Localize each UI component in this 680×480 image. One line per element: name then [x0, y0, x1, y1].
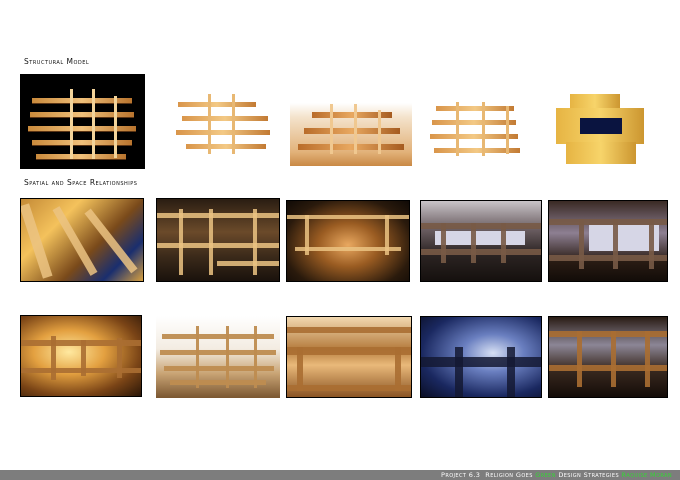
- spatial-photo-4: [420, 200, 542, 282]
- footer-title-part2: Design Strategies: [558, 471, 620, 479]
- structural-model-photo-1: [20, 74, 145, 169]
- spatial-photo-2: [156, 198, 280, 282]
- spatial-photo-1: [20, 198, 144, 282]
- spatial-photo-5: [548, 200, 668, 282]
- footer-title-green: Green: [535, 471, 556, 479]
- spatial-photo-7: [156, 316, 280, 398]
- structural-model-photo-5: [548, 88, 652, 170]
- footer-project: Project 6.3: [441, 471, 481, 479]
- footer-title-part1: Religion Goes: [485, 471, 533, 479]
- spatial-photo-9: [420, 316, 542, 398]
- spatial-photo-8: [286, 316, 412, 398]
- footer-bar: Project 6.3 Religion Goes Green Design S…: [0, 470, 680, 480]
- footer-author: Raquise Moran: [621, 471, 672, 479]
- structural-model-photo-4: [426, 96, 528, 166]
- spatial-photo-3: [286, 200, 410, 282]
- structural-model-heading: Structural Model: [24, 57, 90, 66]
- structural-model-photo-2: [172, 84, 278, 162]
- spatial-photo-6: [20, 315, 142, 397]
- structural-model-photo-3: [290, 96, 412, 166]
- spatial-photo-10: [548, 316, 668, 398]
- footer-caption: Project 6.3 Religion Goes Green Design S…: [441, 470, 672, 480]
- spatial-relationships-heading: Spatial and Space Relationships: [24, 178, 138, 187]
